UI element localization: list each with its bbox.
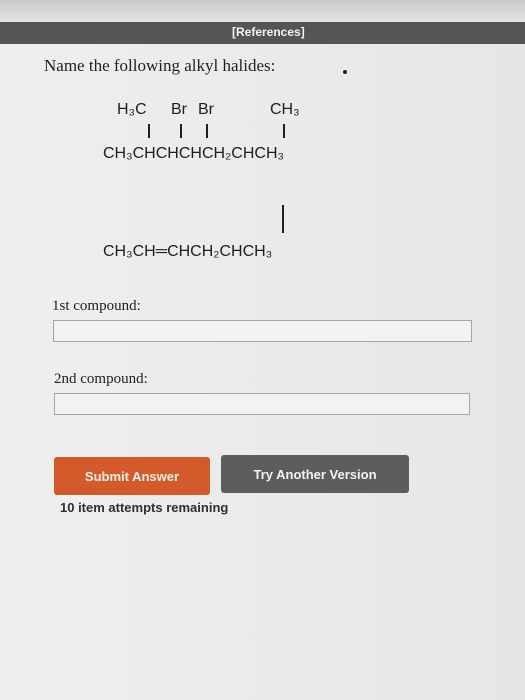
second-compound-label: 2nd compound:: [54, 371, 148, 387]
submit-answer-button[interactable]: Submit Answer: [54, 457, 210, 495]
compound-2-main-chain: CH₃CH═CHCH₂CHCH₃: [103, 243, 273, 260]
bond-line: [283, 124, 285, 138]
attempts-remaining: 10 item attempts remaining: [60, 500, 229, 515]
question-prompt: Name the following alkyl halides:: [44, 56, 276, 75]
window-top-edge: [0, 0, 525, 22]
substituent-br-2: Br: [198, 101, 214, 118]
substituent-ch3: CH₃: [270, 101, 300, 118]
bond-line: [180, 124, 182, 138]
substituent-h3c: H₃C: [117, 101, 147, 118]
bond-line: [206, 124, 208, 138]
first-compound-input[interactable]: [53, 320, 472, 342]
try-another-version-button[interactable]: Try Another Version: [221, 455, 409, 493]
first-compound-label: 1st compound:: [52, 298, 141, 314]
bond-line: [282, 205, 284, 233]
second-compound-input[interactable]: [54, 393, 470, 415]
compound-1-main-chain: CH₃CHCHCHCH₂CHCH₃: [103, 145, 285, 162]
bond-line: [148, 124, 150, 138]
substituent-br-1: Br: [171, 101, 187, 118]
stray-dot: [343, 70, 347, 74]
references-link[interactable]: [References]: [232, 25, 305, 39]
